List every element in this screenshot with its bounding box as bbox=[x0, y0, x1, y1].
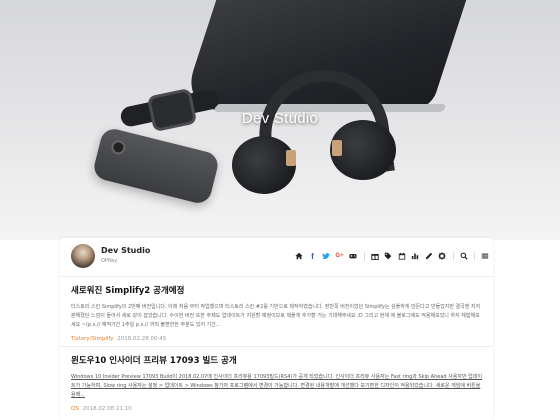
content-card: Dev Studio OPNsy f G+ 새로워진 Simplify2 공개예… bbox=[60, 238, 493, 420]
tag-icon[interactable] bbox=[383, 251, 393, 261]
calendar-icon[interactable] bbox=[397, 251, 407, 261]
home-icon[interactable] bbox=[294, 251, 304, 261]
post-meta: Tistory/Simplify 2018.02.28 00:45 bbox=[71, 336, 483, 342]
post-title[interactable]: 윈도우10 인사이더 프리뷰 17093 빌드 공개 bbox=[71, 354, 483, 366]
post-meta: OS 2018.02.08 21:10 bbox=[71, 406, 483, 412]
facebook-icon[interactable]: f bbox=[308, 251, 318, 261]
search-icon[interactable] bbox=[459, 251, 469, 261]
toolbar-divider bbox=[474, 251, 475, 261]
post-excerpt[interactable]: Windows 10 Insider Preview 17093 Build이 … bbox=[71, 373, 483, 401]
post-item: 윈도우10 인사이더 프리뷰 17093 빌드 공개 Windows 10 In… bbox=[71, 354, 483, 412]
post-divider bbox=[60, 346, 493, 347]
post-category[interactable]: Tistory/Simplify bbox=[71, 336, 114, 342]
post-date: 2018.02.28 00:45 bbox=[117, 335, 167, 342]
toolbar-icons: f G+ bbox=[294, 250, 494, 262]
post-item: 새로워진 Simplify2 공개예정 티스토리 스킨 Simplify의 2번… bbox=[71, 284, 483, 342]
smartphone-image bbox=[91, 126, 221, 206]
google-plus-icon[interactable]: G+ bbox=[335, 251, 345, 261]
gamepad-icon[interactable] bbox=[348, 251, 358, 261]
site-title[interactable]: Dev Studio bbox=[0, 110, 560, 127]
post-title[interactable]: 새로워진 Simplify2 공개예정 bbox=[71, 284, 483, 296]
avatar[interactable] bbox=[71, 244, 95, 268]
toolbar-divider bbox=[363, 251, 365, 261]
twitter-icon[interactable] bbox=[321, 251, 331, 261]
headphone-ring-left bbox=[286, 150, 296, 166]
gear-icon[interactable] bbox=[437, 251, 447, 261]
post-date: 2018.02.08 21:10 bbox=[82, 405, 132, 412]
post-category[interactable]: OS bbox=[71, 406, 79, 412]
header-divider bbox=[60, 276, 493, 277]
chart-icon[interactable] bbox=[410, 251, 420, 261]
post-excerpt-link[interactable]: Windows 10 Insider Preview 17093 Build이 … bbox=[71, 374, 482, 398]
post-excerpt[interactable]: 티스토리 스킨 Simplify의 2번째 버전입니다. 아래 처음 부터 작업… bbox=[71, 303, 483, 331]
toolbar-divider bbox=[452, 251, 454, 261]
pencil-icon[interactable] bbox=[424, 251, 434, 261]
blog-subtitle: OPNsy bbox=[101, 258, 118, 264]
blog-name[interactable]: Dev Studio bbox=[101, 246, 150, 255]
blog-header: Dev Studio OPNsy f G+ bbox=[60, 238, 493, 274]
menu-icon[interactable] bbox=[480, 251, 490, 261]
hero-banner: Dev Studio bbox=[0, 0, 560, 240]
gift-icon[interactable] bbox=[370, 251, 380, 261]
headphone-ring-right bbox=[332, 140, 342, 156]
